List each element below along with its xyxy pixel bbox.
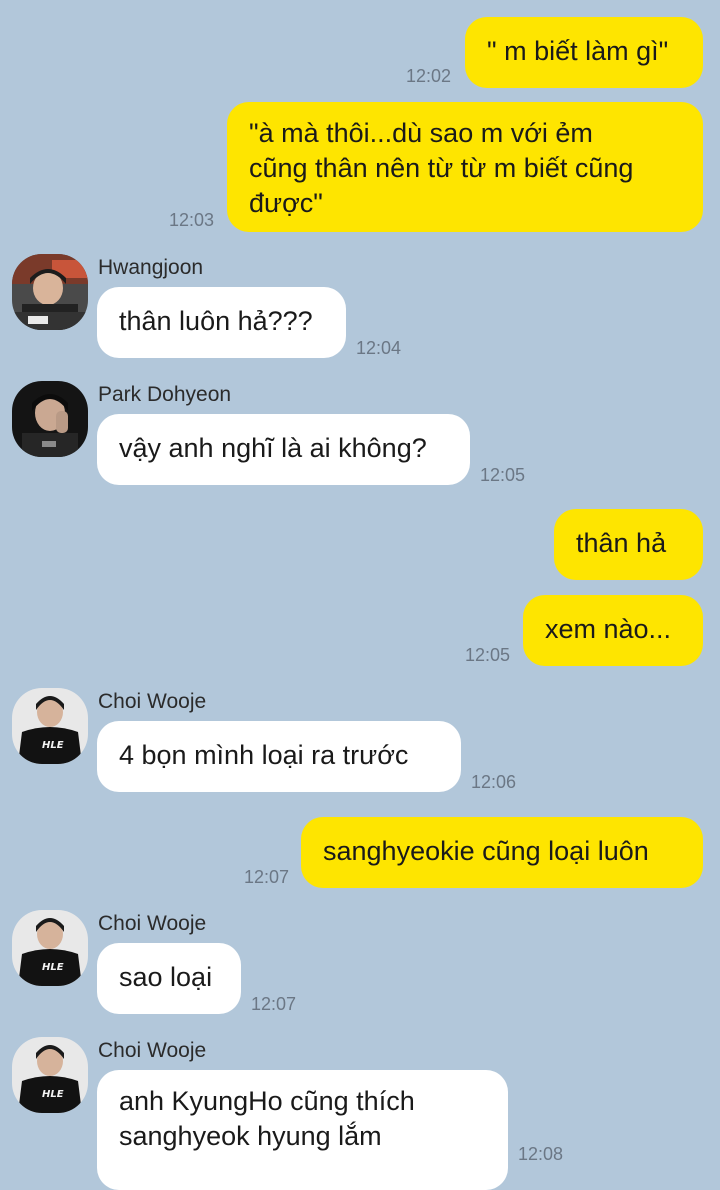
message-time: 12:04 <box>356 338 402 358</box>
profile-photo-icon <box>12 381 88 457</box>
avatar-choi-wooje[interactable]: HLE <box>12 688 88 764</box>
message-time: 12:05 <box>480 465 526 485</box>
my-message-bubble[interactable]: xem nào... <box>523 595 703 666</box>
their-message-bubble[interactable]: thân luôn hả??? <box>97 287 346 358</box>
profile-photo-icon: HLE <box>12 688 88 764</box>
avatar-hwangjoon[interactable] <box>12 254 88 330</box>
sender-name: Park Dohyeon <box>98 383 232 406</box>
profile-photo-icon <box>12 254 88 330</box>
message-time: 12:07 <box>251 994 297 1014</box>
my-message-bubble[interactable]: thân hả <box>554 509 703 580</box>
message-time: 12:05 <box>465 645 511 665</box>
their-message-bubble[interactable]: vậy anh nghĩ là ai không? <box>97 414 470 485</box>
my-message-bubble[interactable]: "à mà thôi...dù sao m với ẻm cũng thân n… <box>227 102 703 232</box>
profile-photo-icon: HLE <box>12 1037 88 1113</box>
avatar-choi-wooje[interactable]: HLE <box>12 910 88 986</box>
hle-logo: HLE <box>42 740 64 751</box>
avatar-park-dohyeon[interactable] <box>12 381 88 457</box>
message-time: 12:08 <box>518 1144 564 1164</box>
hle-logo: HLE <box>42 962 64 973</box>
sender-name: Choi Wooje <box>98 1039 207 1062</box>
message-time: 12:07 <box>244 867 290 887</box>
hle-logo: HLE <box>42 1089 64 1100</box>
their-message-bubble[interactable]: sao loại <box>97 943 241 1014</box>
message-time: 12:02 <box>406 66 452 86</box>
sender-name: Choi Wooje <box>98 912 207 935</box>
my-message-bubble[interactable]: sanghyeokie cũng loại luôn <box>301 817 703 888</box>
message-time: 12:06 <box>471 772 517 792</box>
message-time: 12:03 <box>169 210 215 230</box>
chat-room: " m biết làm gì" 12:02 "à mà thôi...dù s… <box>0 0 720 1190</box>
sender-name: Choi Wooje <box>98 690 207 713</box>
their-message-bubble[interactable]: anh KyungHo cũng thích sanghyeok hyung l… <box>97 1070 508 1190</box>
avatar-choi-wooje[interactable]: HLE <box>12 1037 88 1113</box>
sender-name: Hwangjoon <box>98 256 204 279</box>
my-message-bubble[interactable]: " m biết làm gì" <box>465 17 703 88</box>
their-message-bubble[interactable]: 4 bọn mình loại ra trước <box>97 721 461 792</box>
profile-photo-icon: HLE <box>12 910 88 986</box>
